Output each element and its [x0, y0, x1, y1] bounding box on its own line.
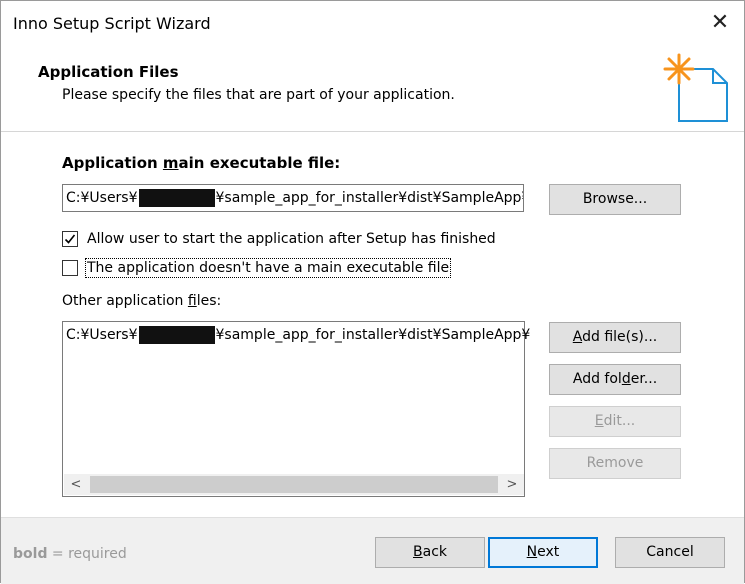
scroll-left-icon[interactable]: < [64, 474, 88, 495]
close-icon[interactable]: ✕ [707, 9, 733, 37]
new-document-icon [661, 51, 731, 126]
checkmark-icon [64, 234, 76, 244]
main-exe-path-input[interactable]: C:¥Users¥ ¥sample_app_for_installer¥dist¥… [62, 184, 524, 212]
title-bar[interactable]: Inno Setup Script Wizard ✕ [1, 1, 744, 47]
wizard-window: Inno Setup Script Wizard ✕ Application F… [0, 0, 745, 584]
no-main-exe-checkbox[interactable] [62, 260, 78, 276]
back-button[interactable]: Back [375, 537, 485, 568]
footer-bar: bold = required Back Next Cancel [1, 517, 744, 584]
browse-button[interactable]: Browse... [549, 184, 681, 215]
list-item[interactable]: C:¥Users¥ ¥sample_app_for_installer¥dist¥… [66, 326, 530, 344]
required-legend: bold = required [13, 546, 127, 562]
horizontal-scrollbar[interactable]: < > [64, 474, 524, 495]
scrollbar-thumb[interactable] [90, 476, 498, 493]
edit-button[interactable]: Edit... [549, 406, 681, 437]
scroll-right-icon[interactable]: > [500, 474, 524, 495]
no-main-exe-label[interactable]: The application doesn't have a main exec… [84, 258, 452, 278]
other-files-list[interactable]: C:¥Users¥ ¥sample_app_for_installer¥dist¥… [62, 321, 530, 497]
add-files-button[interactable]: Add file(s)... [549, 322, 681, 353]
header-divider [1, 131, 744, 132]
allow-start-checkbox[interactable] [62, 231, 78, 247]
allow-start-label[interactable]: Allow user to start the application afte… [87, 231, 496, 247]
main-exe-label: Application main executable file: [62, 154, 341, 172]
redacted-username [138, 326, 215, 344]
next-button[interactable]: Next [488, 537, 598, 568]
add-folder-button[interactable]: Add folder... [549, 364, 681, 395]
cancel-button[interactable]: Cancel [615, 537, 725, 568]
page-title: Application Files [38, 63, 179, 81]
page-subtitle: Please specify the files that are part o… [62, 87, 455, 103]
remove-button[interactable]: Remove [549, 448, 681, 479]
redacted-username [138, 189, 215, 207]
other-files-label: Other application files: [62, 293, 222, 309]
window-title: Inno Setup Script Wizard [13, 14, 211, 33]
